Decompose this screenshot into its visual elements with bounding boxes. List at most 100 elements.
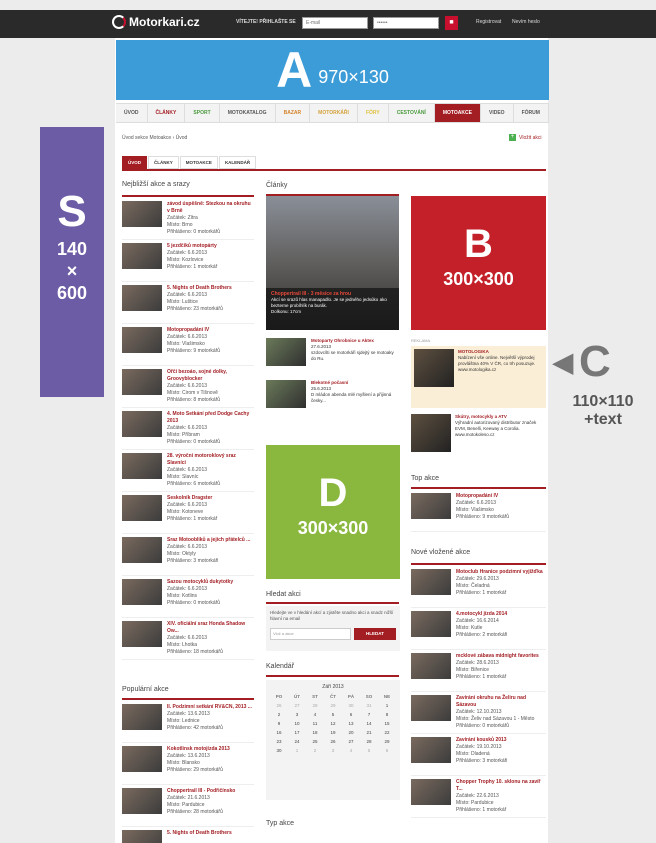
calendar-day[interactable]: 8 [378,712,396,717]
calendar-day[interactable]: 12 [324,721,342,726]
calendar-day[interactable]: 6 [342,712,360,717]
calendar-day[interactable]: 10 [288,721,306,726]
subtab-1[interactable]: ČLÁNKY [148,156,179,169]
search-input[interactable]: Vlož a akce [270,628,351,640]
ad-box-b[interactable]: B 300×300 [411,196,546,330]
add-event-button[interactable]: + Vložit akci [509,134,542,141]
calendar-day[interactable]: 24 [288,739,306,744]
calendar-day[interactable]: 28 [306,703,324,708]
list-item[interactable]: Sraz Motoobliků a jejich přátelců ... Zač… [122,534,254,576]
calendar-day[interactable]: 29 [324,703,342,708]
calendar-day[interactable]: 21 [360,730,378,735]
nav-item-fórum[interactable]: FÓRUM [514,104,549,122]
nav-item-úvod[interactable]: ÚVOD [116,104,148,122]
calendar-day[interactable]: 27 [288,703,306,708]
calendar-day[interactable]: 26 [324,739,342,744]
nav-item-cestování[interactable]: CESTOVÁNÍ [389,104,435,122]
ad-banner-a[interactable]: A 970×130 [116,40,549,100]
calendar-day[interactable]: 5 [360,748,378,753]
login-button[interactable]: ■ [445,16,458,30]
calendar-day[interactable]: 27 [342,739,360,744]
calendar-day[interactable]: 15 [378,721,396,726]
list-item[interactable]: Zavírání okruhu na Želiru nad Sázavou Zač… [411,692,546,734]
forgot-password-link[interactable]: Nevím heslo [512,19,540,25]
promo-item[interactable]: Skútry, motocykly a ATV Výhradní autoriz… [411,414,546,462]
nav-item-motokatalog[interactable]: MOTOKATALOG [220,104,276,122]
calendar-day[interactable]: 20 [342,730,360,735]
list-item[interactable]: mcklové zábava midnight favorites Začátek… [411,650,546,692]
event-signed: Přihlášeno: 1 motorkář [167,264,218,270]
event-title: Ořčí bezoáo, sojné dolky, Groovyblocker [167,369,227,382]
calendar-day[interactable]: 26 [270,703,288,708]
list-item[interactable]: 4.motocykl jízda 2014 Začátek: 16.6.2014 M… [411,608,546,650]
password-field[interactable] [373,17,439,29]
calendar-day[interactable]: 6 [378,748,396,753]
list-item[interactable]: Motoclub Hranice podzimní vyjížďka Začáte… [411,566,546,608]
calendar-day[interactable]: 30 [342,703,360,708]
calendar-day[interactable]: 29 [378,739,396,744]
nav-item-fóry[interactable]: FÓRY [358,104,389,122]
list-item[interactable]: Kokotlinsk motojízda 2013 Začátek: 13.6.2… [122,743,254,785]
calendar-day[interactable]: 11 [306,721,324,726]
calendar-day[interactable]: 30 [270,748,288,753]
calendar-day[interactable]: 31 [360,703,378,708]
list-item[interactable]: Sazou motocyklů dukytotky Začátek: 6.6.20… [122,576,254,618]
nav-item-bazar[interactable]: BAZAR [276,104,311,122]
calendar-day[interactable]: 25 [306,739,324,744]
list-item[interactable]: Motopropadání IV Začátek: 6.6.2013 Místo: … [122,324,254,366]
list-item[interactable]: 5. Nights of Death Brothers [122,827,254,843]
calendar-day[interactable]: 16 [270,730,288,735]
calendar-day[interactable]: 9 [270,721,288,726]
subtab-3[interactable]: KALENDÁŘ [218,156,257,169]
list-item[interactable]: II. Podzimní setkání RV&CN, 2013 ... Začá… [122,701,254,743]
calendar-day[interactable]: 4 [342,748,360,753]
list-item[interactable]: 4. Moto Setkání před Dodge Cachy 2013 Zač… [122,408,254,450]
nav-item-sport[interactable]: SPORT [185,104,220,122]
site-logo[interactable]: Motorkari.cz [112,15,200,29]
nav-item-články[interactable]: ČLÁNKY [148,104,186,122]
ad-box-d[interactable]: D 300×300 [266,445,400,579]
calendar-day[interactable]: 17 [288,730,306,735]
nav-item-motorkáři[interactable]: MOTORKÁŘI [310,104,358,122]
calendar-day[interactable]: 2 [270,712,288,717]
article-item[interactable]: Motoparty Ohrobnice u Aktex 27.6.2013 sz… [266,338,399,366]
calendar-day[interactable]: 2 [306,748,324,753]
calendar-day[interactable]: 4 [306,712,324,717]
list-item[interactable]: 28. výroční motoroklový sraz Slavníci Zač… [122,450,254,492]
calendar-day[interactable]: 28 [360,739,378,744]
subtab-0[interactable]: ÚVOD [122,156,148,169]
calendar-day[interactable]: 1 [288,748,306,753]
register-link[interactable]: Registrovat [476,19,501,25]
list-item[interactable]: XIV. oficiální sraz Honda Shadow Ow... Za… [122,618,254,660]
subtab-2[interactable]: MOTOAKCE [179,156,218,169]
breadcrumb[interactable]: Úvod sekce Motoakce › Úvod [122,135,187,141]
list-item[interactable]: Choppertrail III - Podřičínsko Začátek: 2… [122,785,254,827]
list-item[interactable]: Ořčí bezoáo, sojné dolky, Groovyblocker Z… [122,366,254,408]
main-article-caption[interactable]: Choppertrail III - 3 měsíce za hrou Akcí… [266,288,399,330]
calendar-day[interactable]: 22 [378,730,396,735]
calendar-day[interactable]: 13 [342,721,360,726]
calendar-day[interactable]: 3 [324,748,342,753]
promo-item-c[interactable]: MOTOLOGIKA Nabízení vše online. Největší… [411,346,546,408]
email-field[interactable] [302,17,368,29]
list-item[interactable]: 5 jezdčíků motopárty Začátek: 6.6.2013 Mís… [122,240,254,282]
list-item[interactable]: Zavírání kousků 2013 Začátek: 19.10.2013 M… [411,734,546,776]
calendar-day[interactable]: 18 [306,730,324,735]
nav-item-motoakce[interactable]: MOTOAKCE [434,104,481,122]
calendar-day[interactable]: 5 [324,712,342,717]
nav-item-video[interactable]: VIDEO [481,104,514,122]
event-signed: Přihlášeno: 3 motorkáři [167,558,219,564]
article-item[interactable]: Blekotné počasní 25.6.2013 D mládon aben… [266,380,399,408]
list-item[interactable]: 5. Nights of Death Brothers Začátek: 6.6.… [122,282,254,324]
calendar-day[interactable]: 23 [270,739,288,744]
calendar-day[interactable]: 19 [324,730,342,735]
calendar-day[interactable]: 7 [360,712,378,717]
list-item[interactable]: Motopropadání IV Začátek: 6.6.2013 Místo: … [411,490,546,532]
search-button[interactable]: HLEDAT [354,628,396,640]
calendar-day[interactable]: 1 [378,703,396,708]
calendar-day[interactable]: 14 [360,721,378,726]
list-item[interactable]: Seskolník Dragster Začátek: 6.6.2013 Místo… [122,492,254,534]
calendar-day[interactable]: 3 [288,712,306,717]
list-item[interactable]: závod úspěšně: Stezkou na okruhu v Brně Z… [122,198,254,240]
list-item[interactable]: Chopper Trophy 10. sklonu na zavíř T... Z… [411,776,546,818]
